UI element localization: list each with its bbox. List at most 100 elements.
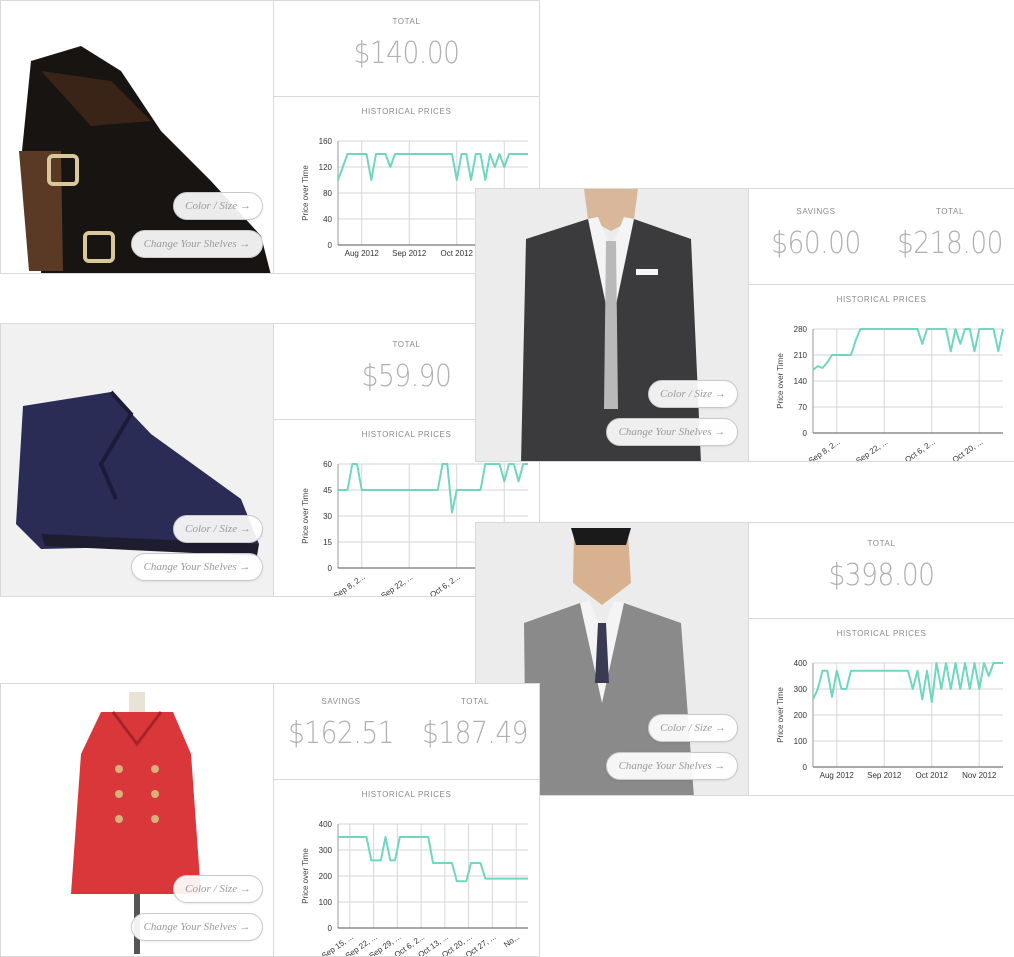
product-card-wedge: Color / Size → Change Your Shelves → TOT…: [0, 323, 540, 597]
change-shelves-button[interactable]: Change Your Shelves →: [606, 752, 738, 780]
product-image[interactable]: Color / Size → Change Your Shelves →: [1, 684, 273, 956]
product-image[interactable]: Color / Size → Change Your Shelves →: [1, 324, 273, 596]
x-tick-label: Sep 8, 2...: [332, 572, 367, 597]
y-tick-label: 40: [323, 215, 332, 224]
total-col: TOTAL $398.00: [749, 539, 1014, 593]
x-tick-label: Oct 6, 2...: [903, 437, 937, 462]
y-tick-label: 200: [319, 872, 333, 881]
price-box: SAVINGS $60.00 TOTAL $218.00: [749, 189, 1014, 285]
y-tick-label: 0: [803, 763, 808, 772]
y-tick-label: 120: [319, 163, 333, 172]
price-box: TOTAL $140.00: [274, 1, 539, 97]
info-pane: SAVINGS $60.00 TOTAL $218.00 HISTORICAL …: [748, 189, 1014, 461]
total-label: TOTAL: [867, 539, 896, 548]
price-history-chart: Price over Time 0 70 140 210 280 Sep 8, 2... Se…: [776, 325, 1004, 462]
price-history-chart: Price over Time 0 100 200 300 400 Aug 2012 Sep …: [776, 659, 1003, 780]
savings-label: SAVINGS: [321, 697, 361, 706]
x-tick-label: Sep 22, ...: [379, 572, 414, 597]
total-label: TOTAL: [460, 697, 490, 706]
product-image[interactable]: Color / Size → Change Your Shelves →: [476, 189, 748, 461]
info-pane: SAVINGS $162.51 TOTAL $187.49 HISTORICAL…: [273, 684, 539, 956]
y-tick-label: 0: [328, 564, 333, 573]
total-col: TOTAL $140.00: [274, 17, 539, 71]
product-card-boot: Color / Size → Change Your Shelves → TOT…: [0, 0, 540, 274]
series-line: [812, 662, 1003, 703]
y-tick-label: 100: [319, 898, 333, 907]
total-price: $218.00: [896, 226, 1004, 261]
y-tick-label: 200: [794, 711, 808, 720]
change-shelves-button[interactable]: Change Your Shelves →: [131, 553, 263, 581]
price-box: TOTAL $398.00: [749, 523, 1014, 619]
price-history-chart: Price over Time0100200300400Sep 15, ...S…: [301, 820, 528, 956]
y-tick-label: 100: [794, 737, 808, 746]
savings-col: SAVINGS $60.00: [749, 207, 883, 261]
savings-label: SAVINGS: [796, 207, 836, 216]
total-price: $140.00: [353, 36, 460, 71]
total-label: TOTAL: [392, 17, 421, 26]
y-axis-label: Price over Time: [301, 488, 310, 544]
y-tick-label: 300: [794, 685, 808, 694]
savings-col: SAVINGS $162.51: [274, 697, 408, 751]
series-line: [812, 328, 1004, 371]
savings-price: $60.00: [771, 226, 861, 261]
y-tick-label: 400: [794, 659, 808, 668]
series-line: [338, 836, 528, 883]
price-chart: Price over Time 0 70 140 210 280 Sep 8, 2... Se…: [749, 317, 1014, 462]
y-tick-label: 160: [319, 137, 333, 146]
x-tick-label: Sep 2012: [392, 249, 427, 258]
y-tick-label: 140: [794, 377, 808, 386]
total-price: $187.49: [421, 716, 529, 751]
product-image[interactable]: Color / Size → Change Your Shelves →: [1, 1, 273, 273]
y-axis-label: Price over Time: [776, 353, 785, 409]
y-tick-label: 30: [323, 512, 332, 521]
change-shelves-button[interactable]: Change Your Shelves →: [131, 913, 263, 941]
price-chart: Price over Time 0 100 200 300 400 Aug 2012 Sep …: [749, 651, 1014, 795]
info-pane: TOTAL $398.00 HISTORICAL PRICES Price ov…: [748, 523, 1014, 795]
x-tick-label: Oct 20, ...: [951, 437, 985, 462]
color-size-button[interactable]: Color / Size →: [648, 714, 738, 742]
total-col: TOTAL $218.00: [883, 207, 1014, 261]
y-tick-label: 0: [328, 924, 333, 933]
product-card-suit-charcoal: Color / Size → Change Your Shelves → SAV…: [475, 188, 1014, 462]
color-size-button[interactable]: Color / Size →: [173, 192, 263, 220]
total-col: TOTAL $187.49: [408, 697, 539, 751]
color-size-button[interactable]: Color / Size →: [648, 380, 738, 408]
x-tick-label: Aug 2012: [820, 771, 855, 780]
total-price: $398.00: [828, 558, 935, 593]
total-label: TOTAL: [935, 207, 965, 216]
y-tick-label: 70: [798, 403, 807, 412]
y-tick-label: 60: [323, 460, 332, 469]
x-tick-label: No...: [502, 932, 521, 949]
historical-prices-label: HISTORICAL PRICES: [361, 107, 452, 116]
y-tick-label: 400: [319, 820, 333, 829]
historical-prices-label: HISTORICAL PRICES: [361, 790, 452, 799]
series-line: [338, 463, 528, 514]
y-axis-label: Price over Time: [776, 687, 785, 743]
y-tick-label: 0: [328, 241, 333, 250]
change-shelves-button[interactable]: Change Your Shelves →: [131, 230, 263, 258]
color-size-button[interactable]: Color / Size →: [173, 515, 263, 543]
x-tick-label: Nov 2012: [962, 771, 997, 780]
y-axis-label: Price over Time: [301, 165, 310, 221]
y-axis-label: Price over Time: [301, 848, 310, 904]
x-tick-label: Oct 6, 2...: [428, 572, 462, 597]
savings-price: $162.51: [287, 716, 395, 751]
y-tick-label: 300: [319, 846, 333, 855]
x-tick-label: Sep 8, 2...: [807, 437, 842, 462]
product-card-coat: Color / Size → Change Your Shelves → SAV…: [0, 683, 540, 957]
color-size-button[interactable]: Color / Size →: [173, 875, 263, 903]
y-tick-label: 210: [794, 351, 808, 360]
y-tick-label: 80: [323, 189, 332, 198]
change-shelves-button[interactable]: Change Your Shelves →: [606, 418, 738, 446]
x-tick-label: Sep 22, ...: [854, 437, 889, 462]
y-tick-label: 15: [323, 538, 332, 547]
y-tick-label: 0: [803, 429, 808, 438]
y-tick-label: 45: [323, 486, 332, 495]
price-chart: Price over Time 0 100 200 300 400 Sep 15, ... S…: [274, 812, 539, 956]
historical-prices-label: HISTORICAL PRICES: [836, 629, 927, 638]
x-tick-label: Oct 2012: [441, 249, 474, 258]
x-tick-label: Sep 2012: [867, 771, 902, 780]
y-tick-label: 280: [794, 325, 808, 334]
x-tick-label: Oct 2012: [916, 771, 949, 780]
product-card-suit-grey: Color / Size → Change Your Shelves → TOT…: [475, 522, 1014, 796]
